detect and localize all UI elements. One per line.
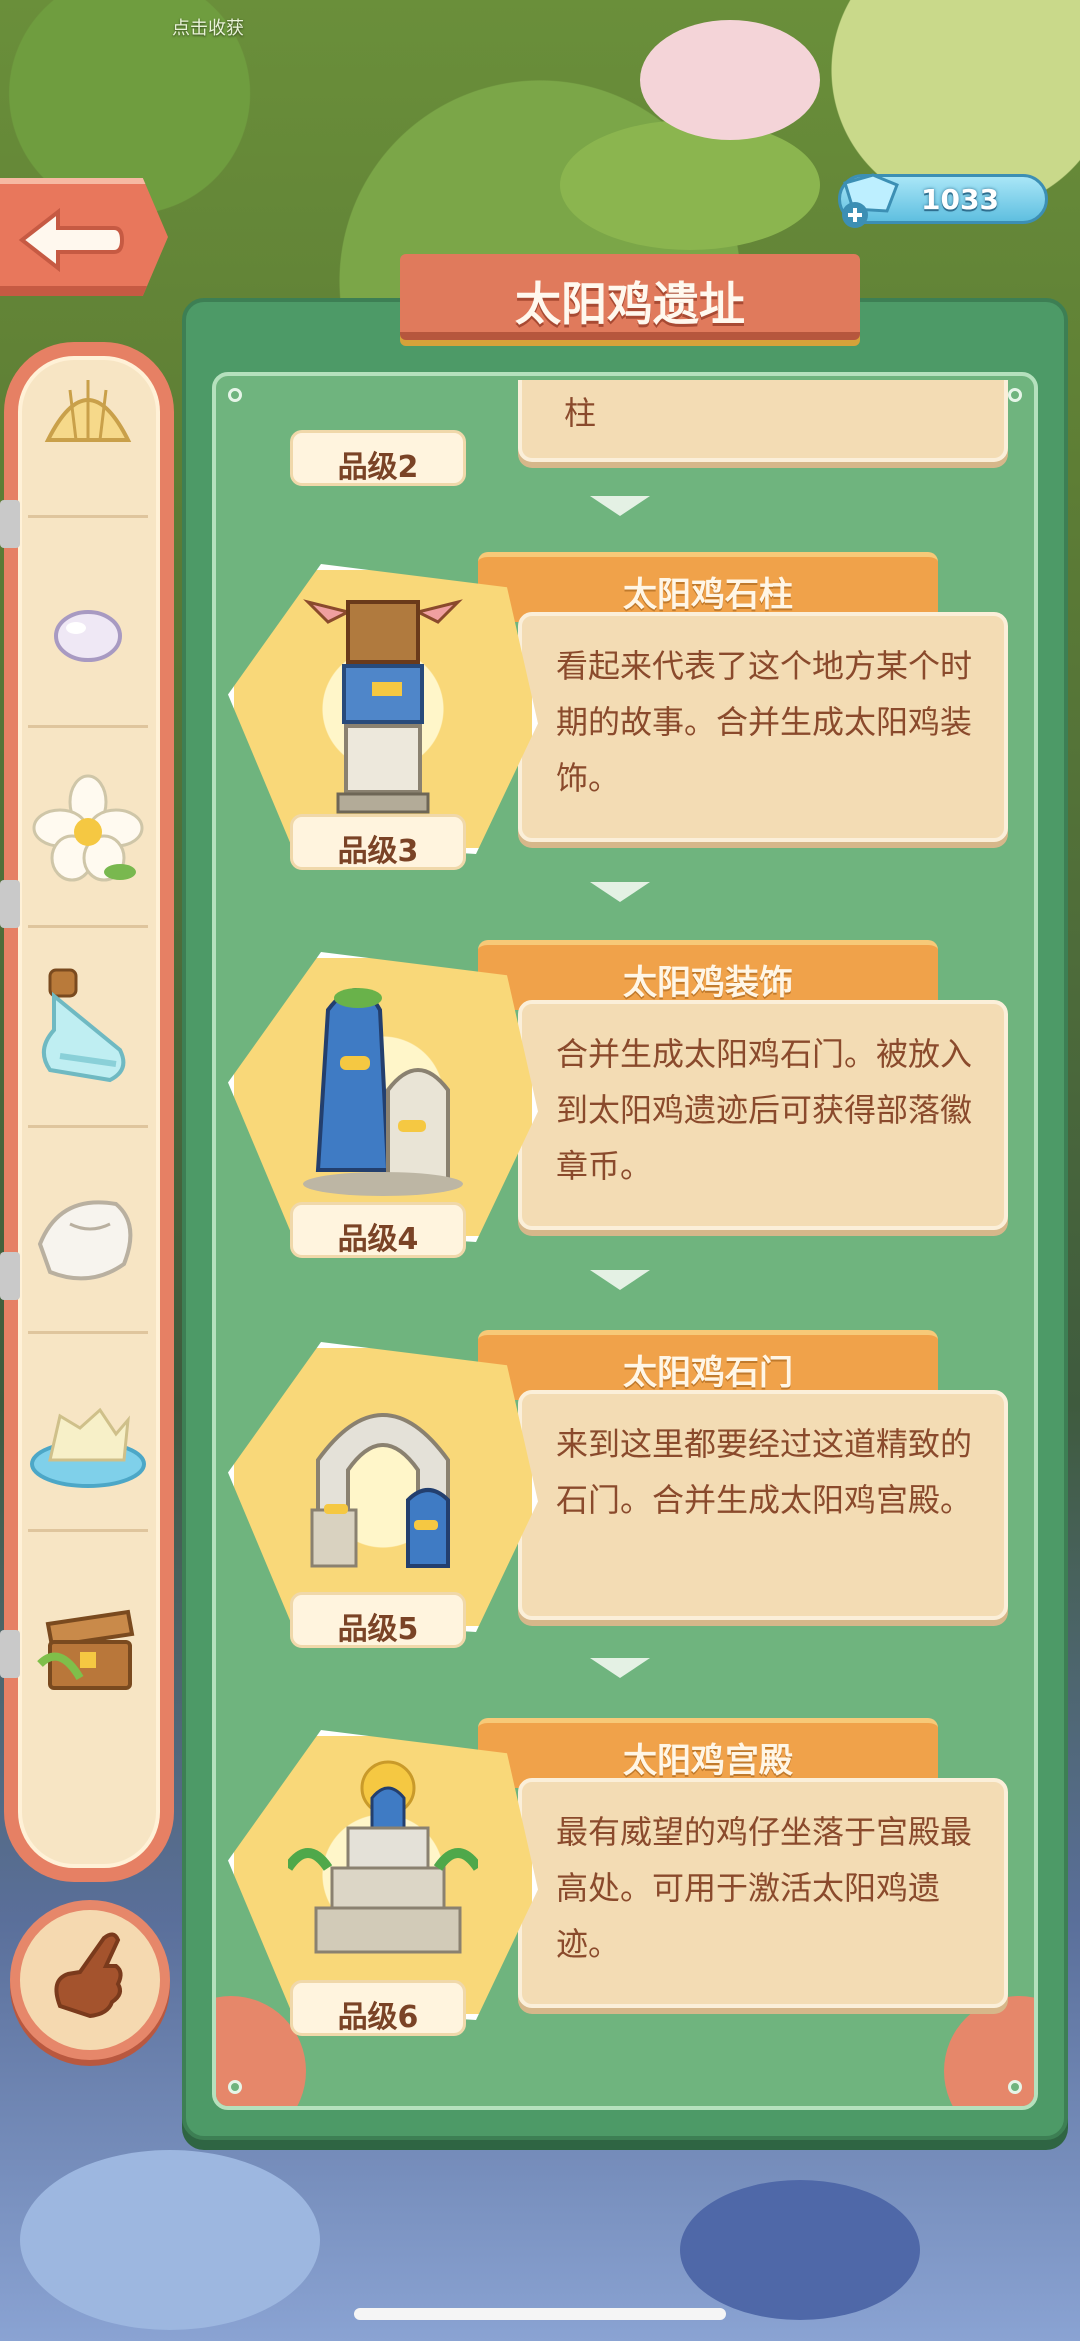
home-indicator[interactable] [354, 2308, 726, 2320]
rail-item-conch[interactable] [20, 1146, 156, 1334]
item-card[interactable]: 太阳鸡装饰 合并生成太阳鸡石门。被放入到太阳鸡遗迹后可获得部落徽章币。 品级4 [228, 940, 1008, 1260]
grade-tag: 品级2 [290, 430, 466, 486]
temple-palace-icon [288, 1760, 478, 1954]
rail-item-puddle[interactable] [20, 1344, 156, 1532]
rail-separator [28, 925, 148, 928]
grade-tag: 品级4 [290, 1202, 466, 1258]
conch-icon [37, 1200, 133, 1281]
grade-tag: 品级3 [290, 814, 466, 870]
rail-clip [0, 1252, 20, 1300]
title-banner: 太阳鸡遗址 [400, 254, 860, 340]
chevron-down-icon [590, 882, 650, 902]
page-title: 太阳鸡遗址 [515, 277, 745, 331]
item-description-box: 看起来代表了这个地方某个时期的故事。合并生成太阳鸡装饰。 [518, 612, 1008, 842]
interact-hand-button[interactable] [10, 1900, 170, 2060]
item-image [228, 1730, 538, 2020]
item-description: 合并生成太阳鸡石门。被放入到太阳鸡遗迹后可获得部落徽章币。 [556, 1035, 973, 1185]
item-name: 太阳鸡石柱 [623, 575, 793, 615]
rail-separator [28, 1331, 148, 1334]
pearl-icon [54, 610, 122, 662]
back-button[interactable] [0, 178, 168, 296]
panel-stud [228, 2080, 242, 2094]
rail-clip [0, 1630, 20, 1678]
item-description: 来到这里都要经过这道精致的石门。合并生成太阳鸡宫殿。 [556, 1425, 973, 1519]
panel-stud [1008, 2080, 1022, 2094]
item-name: 太阳鸡石门 [623, 1353, 793, 1393]
panel-stud [1008, 388, 1022, 402]
hand-pointer-icon [54, 1932, 123, 2019]
diamond-plus-icon [842, 173, 899, 228]
rail-item-chest[interactable] [20, 1546, 156, 1734]
item-description-box: 来到这里都要经过这道精致的石门。合并生成太阳鸡宫殿。 [518, 1390, 1008, 1620]
shell-icon [44, 380, 132, 442]
grade-label: 品级4 [337, 1222, 419, 1257]
stone-gate-icon [310, 1413, 450, 1568]
rail-separator [28, 725, 148, 728]
totem-pillar-icon [303, 599, 463, 814]
grade-label: 品级5 [337, 1612, 419, 1647]
grade-label: 品级2 [337, 450, 419, 485]
grade-tag: 品级6 [290, 1980, 466, 2036]
grade-label: 品级6 [337, 2000, 419, 2035]
panel-stud [228, 388, 242, 402]
chevron-down-icon [590, 496, 650, 516]
item-card[interactable]: 太阳鸡石门 来到这里都要经过这道精致的石门。合并生成太阳鸡宫殿。 品级5 [228, 1330, 1008, 1650]
bottle-icon [42, 968, 126, 1083]
item-name: 太阳鸡宫殿 [623, 1741, 793, 1781]
chevron-down-icon [590, 1658, 650, 1678]
partial-item-desc-text: 柱 [564, 394, 597, 432]
flower-icon [32, 774, 144, 882]
rail-separator [28, 1125, 148, 1128]
rail-clip [0, 880, 20, 928]
item-card[interactable]: 太阳鸡石柱 看起来代表了这个地方某个时期的故事。合并生成太阳鸡装饰。 品级3 [228, 552, 1008, 872]
item-description: 看起来代表了这个地方某个时期的故事。合并生成太阳鸡装饰。 [556, 647, 973, 797]
rail-item-flower[interactable] [20, 740, 156, 928]
item-image [228, 1342, 538, 1632]
item-name: 太阳鸡装饰 [623, 963, 793, 1003]
rail-separator [28, 1529, 148, 1532]
rail-separator [28, 515, 148, 518]
item-description: 最有威望的鸡仔坐落于宫殿最高处。可用于激活太阳鸡遗迹。 [556, 1813, 973, 1963]
item-description-box: 最有威望的鸡仔坐落于宫殿最高处。可用于激活太阳鸡遗迹。 [518, 1778, 1008, 2008]
grade-label: 品级3 [337, 834, 419, 869]
chick-statues-icon [303, 988, 463, 1196]
partial-item-description: 柱 [518, 380, 1008, 462]
harvest-hint: 点击收获 [172, 18, 244, 39]
rail-clip [0, 500, 20, 548]
gem-count: 1033 [921, 183, 999, 216]
treasure-chest-icon [37, 1609, 135, 1690]
grade-tag: 品级5 [290, 1592, 466, 1648]
rail-item-shell[interactable] [20, 330, 156, 518]
item-card[interactable]: 太阳鸡宫殿 最有威望的鸡仔坐落于宫殿最高处。可用于激活太阳鸡遗迹。 品级6 [228, 1718, 1008, 2038]
item-description-box: 合并生成太阳鸡石门。被放入到太阳鸡遗迹后可获得部落徽章币。 [518, 1000, 1008, 1230]
rail-item-pearl[interactable] [20, 540, 156, 728]
item-image [228, 564, 538, 854]
gem-counter[interactable]: 1033 [838, 173, 1048, 228]
chevron-down-icon [590, 1270, 650, 1290]
item-image [228, 952, 538, 1242]
rail-item-bottle[interactable] [20, 940, 156, 1128]
arrow-left-icon [18, 208, 125, 272]
water-puddle-icon [30, 1407, 146, 1488]
